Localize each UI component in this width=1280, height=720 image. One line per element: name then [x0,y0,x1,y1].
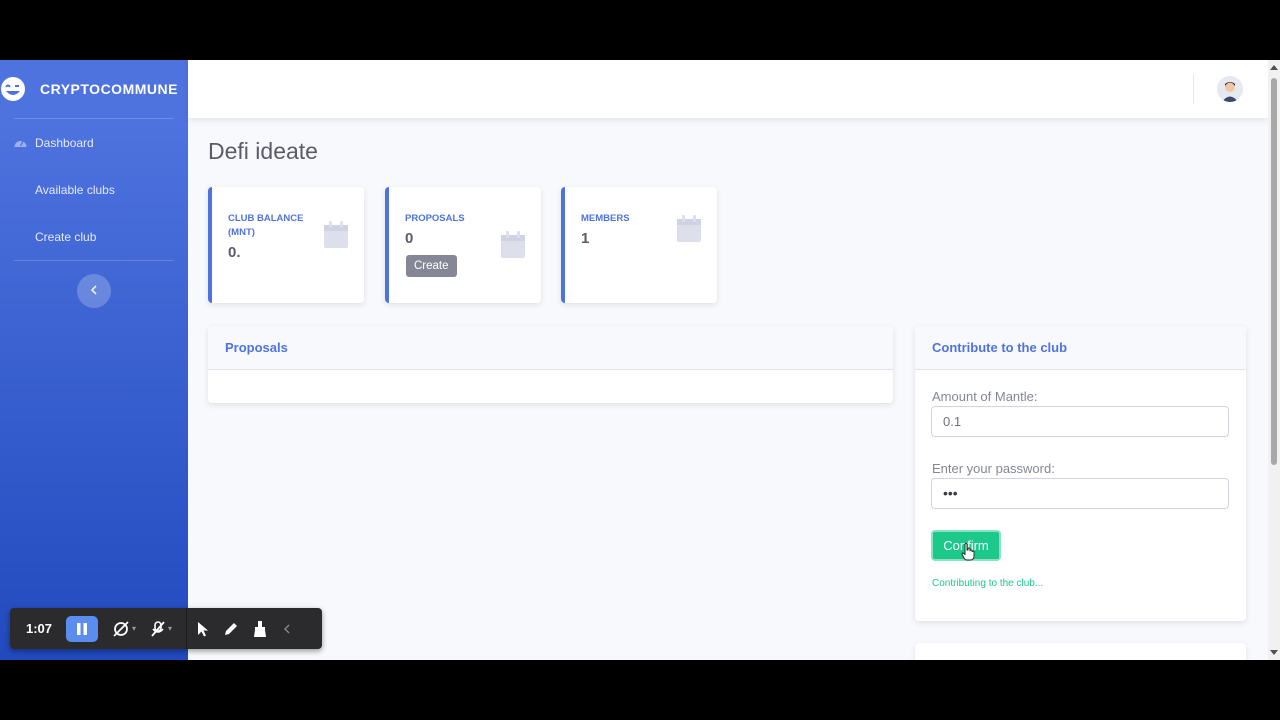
app-screen: CRYPTOCOMMUNE Dashboard Available clubs … [0,60,1280,660]
brand-name: CRYPTOCOMMUNE [40,81,178,97]
topbar-divider [1193,74,1194,104]
sidebar-item-dashboard[interactable]: Dashboard [0,119,188,166]
sidebar-item-label: Create club [35,229,97,244]
page-scrollbar[interactable] [1268,60,1280,660]
sidebar: CRYPTOCOMMUNE Dashboard Available clubs … [0,60,188,660]
sidebar-item-label: Available clubs [35,182,115,197]
camera-off-icon[interactable]: ▾ [112,616,136,642]
screen-recorder-toolbar: 1:07 ▾ ▾ [10,608,322,649]
proposals-card: Proposals [208,326,893,403]
contribute-card: Contribute to the club Amount of Mantle:… [915,326,1246,621]
user-avatar[interactable] [1217,76,1243,102]
sidebar-item-create-club[interactable]: Create club [0,213,188,260]
toolbar-divider [186,608,188,649]
topbar [188,60,1268,118]
stat-value: 1 [581,230,590,247]
collapse-toolbar-icon[interactable] [283,616,290,642]
next-card [915,643,1246,660]
stat-value: 0. [228,244,241,261]
password-label: Enter your password: [932,461,1055,476]
tachometer-icon [14,136,28,150]
page-title: Defi ideate [208,138,318,164]
stat-label: MEMBERS [581,213,630,224]
pen-tool-icon[interactable] [223,616,239,642]
brand[interactable]: CRYPTOCOMMUNE [0,60,188,118]
calendar-icon [677,215,701,247]
sidebar-item-label: Dashboard [35,135,94,150]
sidebar-item-available-clubs[interactable]: Available clubs [0,166,188,213]
stat-value: 0 [405,230,414,247]
pause-button[interactable] [66,615,99,642]
mouse-cursor-icon [961,543,975,566]
eraser-tool-icon[interactable] [253,616,267,642]
mic-off-icon[interactable]: ▾ [150,616,172,642]
create-proposal-button[interactable]: Create [406,255,457,277]
stat-label: PROPOSALS [405,213,465,224]
stat-label: CLUB BALANCE (MNT) [228,213,304,238]
calendar-icon [324,221,348,253]
scrollbar-thumb[interactable] [1271,78,1277,465]
stat-card-club-balance: CLUB BALANCE (MNT) 0. [208,187,364,303]
stat-card-proposals: PROPOSALS 0 Create [385,187,541,303]
sidebar-divider [14,260,174,261]
stat-card-members: MEMBERS 1 [561,187,717,303]
amount-label: Amount of Mantle: [932,389,1038,404]
password-input[interactable]: ••• [931,478,1229,509]
pointer-tool-icon[interactable] [197,616,209,642]
calendar-icon [501,231,525,263]
scroll-up-icon[interactable] [1270,65,1278,70]
scroll-down-icon[interactable] [1270,650,1278,655]
proposals-card-header: Proposals [208,326,893,370]
amount-input[interactable] [931,406,1229,437]
chevron-left-icon [90,284,98,298]
contribute-card-header: Contribute to the club [915,326,1246,370]
laugh-wink-icon [0,76,26,102]
status-message: Contributing to the club... [932,578,1044,589]
recording-timer: 1:07 [26,621,53,636]
sidebar-toggle-button[interactable] [77,274,111,308]
